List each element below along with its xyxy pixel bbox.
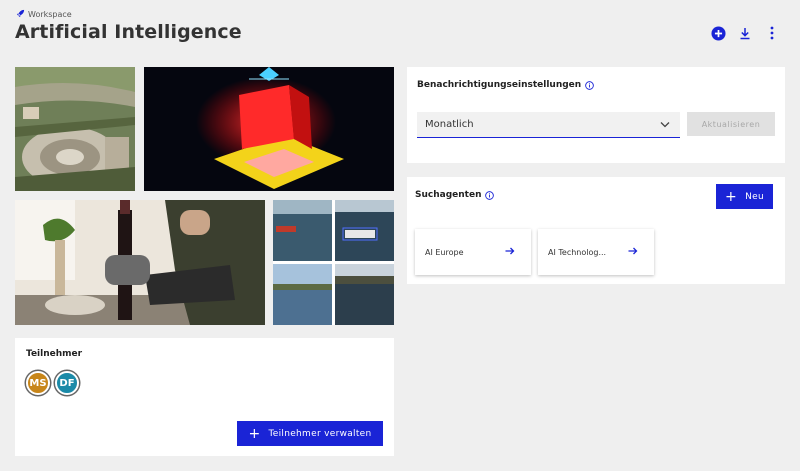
notification-settings-card: Benachrichtigungseinstellungen Monatlich… xyxy=(407,67,785,163)
avatar[interactable]: MS xyxy=(26,371,50,395)
participants-title: Teilnehmer xyxy=(26,349,83,359)
info-icon[interactable] xyxy=(485,190,495,200)
rocket-icon xyxy=(16,9,25,20)
download-icon[interactable] xyxy=(737,24,753,42)
agent-card-ai-europe[interactable]: AI Europe xyxy=(415,229,531,275)
aerial-city-image xyxy=(15,67,135,191)
more-vertical-icon[interactable] xyxy=(764,24,780,42)
plus-icon: + xyxy=(248,425,261,442)
prosthetic-arm-image xyxy=(15,200,265,325)
search-agents-card: Suchagenten + Neu AI Europe AI Technolog… xyxy=(407,177,785,284)
breadcrumb-label: Workspace xyxy=(28,10,72,19)
participants-card: Teilnehmer MS DF + Teilnehmer verwalten xyxy=(15,338,394,456)
plus-icon: + xyxy=(725,188,738,205)
search-agents-title: Suchagenten xyxy=(415,190,482,200)
manage-participants-button[interactable]: + Teilnehmer verwalten xyxy=(237,421,383,446)
glowing-chip-image xyxy=(144,67,394,191)
manage-participants-label: Teilnehmer verwalten xyxy=(268,428,372,439)
frequency-select-value: Monatlich xyxy=(425,119,474,130)
agent-label: AI Europe xyxy=(425,247,464,257)
chevron-down-icon xyxy=(660,120,670,131)
arrow-right-icon xyxy=(628,247,638,257)
boats-harbor-image xyxy=(273,200,394,325)
info-icon[interactable] xyxy=(585,80,595,90)
participants-avatars: MS DF xyxy=(26,371,79,395)
avatar[interactable]: DF xyxy=(55,371,79,395)
agent-label: AI Technolog... xyxy=(548,247,607,257)
update-button[interactable]: Aktualisieren xyxy=(687,112,775,136)
workspace-image-collage xyxy=(15,67,394,325)
arrow-right-icon xyxy=(505,247,515,257)
breadcrumb[interactable]: Workspace xyxy=(16,9,72,20)
new-agent-button[interactable]: + Neu xyxy=(716,184,773,209)
add-circle-icon[interactable] xyxy=(710,24,726,42)
new-agent-label: Neu xyxy=(745,191,764,202)
page-title: Artificial Intelligence xyxy=(15,21,242,43)
notification-settings-title: Benachrichtigungseinstellungen xyxy=(417,80,582,90)
frequency-select[interactable]: Monatlich xyxy=(417,112,680,138)
agent-card-ai-technology[interactable]: AI Technolog... xyxy=(538,229,654,275)
